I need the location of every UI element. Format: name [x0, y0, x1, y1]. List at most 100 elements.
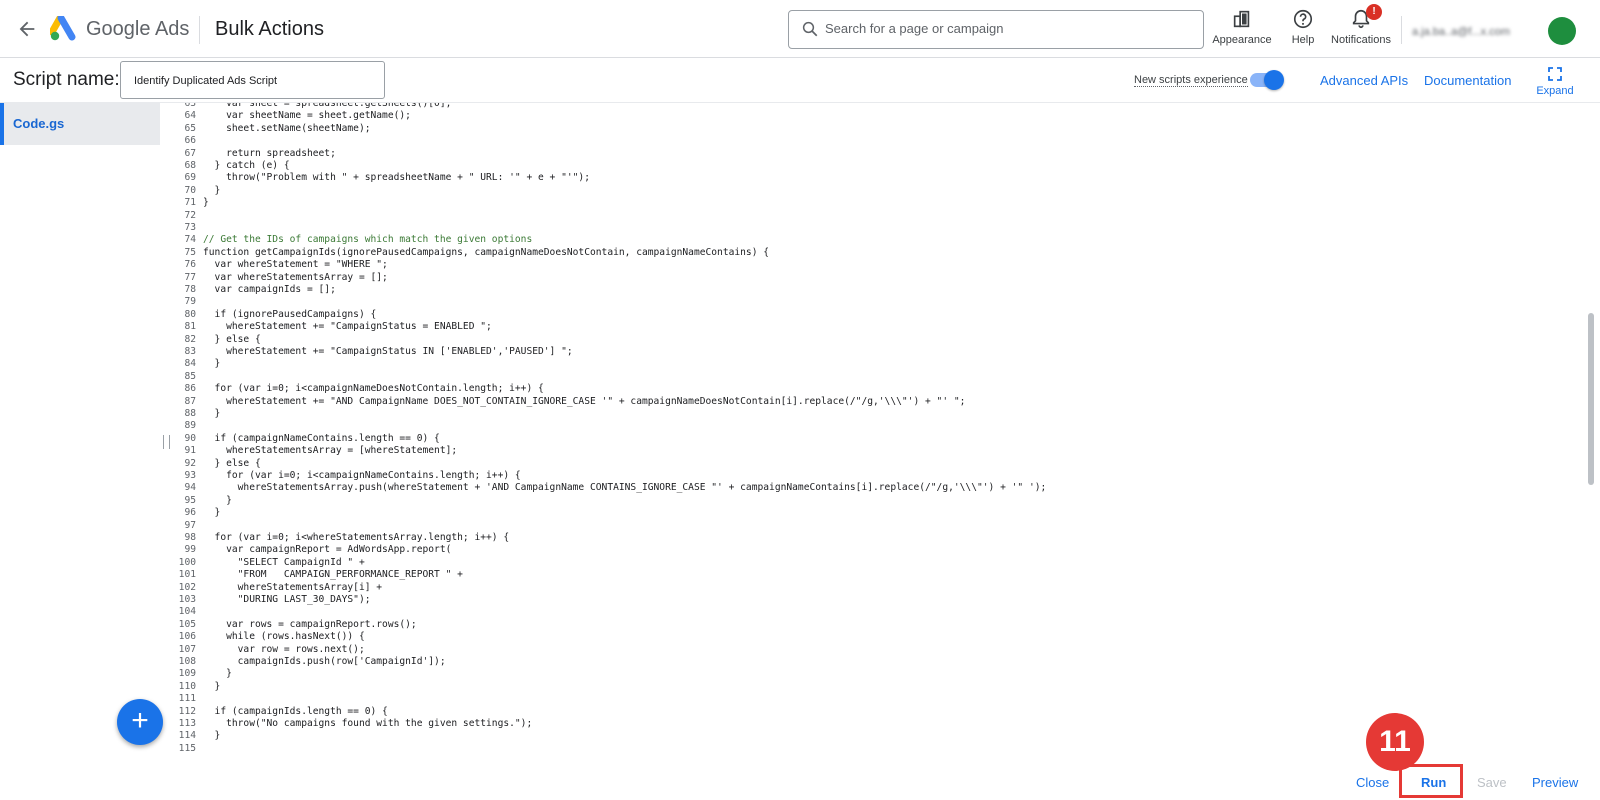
notifications-button[interactable]: ! Notifications	[1330, 4, 1392, 46]
code-line[interactable]: 108 campaignIds.push(row['CampaignId']);	[170, 656, 1585, 668]
code-line[interactable]: 104	[170, 606, 1585, 618]
code-line[interactable]: 90 if (campaignNameContains.length == 0)…	[170, 433, 1585, 445]
code-line[interactable]: 66	[170, 135, 1585, 147]
code-line[interactable]: 72	[170, 210, 1585, 222]
search-box[interactable]: Search for a page or campaign	[788, 10, 1204, 49]
brand-name[interactable]: Google Ads	[86, 18, 189, 41]
line-number: 74	[184, 234, 196, 246]
account-email[interactable]: a.ja.ba..a@f...x.com	[1412, 26, 1542, 38]
back-arrow-icon[interactable]	[16, 18, 38, 40]
code-line[interactable]: 70 }	[170, 185, 1585, 197]
line-number: 90	[184, 432, 196, 444]
code-line[interactable]: 84 }	[170, 358, 1585, 370]
panel-resize-handle[interactable]	[163, 435, 170, 449]
code-text: }	[203, 494, 232, 506]
code-line[interactable]: 76 var whereStatement = "WHERE ";	[170, 259, 1585, 271]
code-line[interactable]: 98 for (var i=0; i<whereStatementsArray.…	[170, 532, 1585, 544]
code-line[interactable]: 99 var campaignReport = AdWordsApp.repor…	[170, 544, 1585, 556]
code-text: for (var i=0; i<whereStatementsArray.len…	[203, 532, 510, 543]
code-text: for (var i=0; i<campaignNameDoesNotConta…	[203, 383, 544, 395]
code-line[interactable]: 106 while (rows.hasNext()) {	[170, 631, 1585, 643]
code-line[interactable]: 87 whereStatement += "AND CampaignName D…	[170, 396, 1585, 408]
code-line[interactable]: 92 } else {	[170, 458, 1585, 470]
preview-button[interactable]: Preview	[1532, 775, 1578, 790]
code-line[interactable]: 86 for (var i=0; i<campaignNameDoesNotCo…	[170, 383, 1585, 395]
code-line[interactable]: 64 var sheetName = sheet.getName();	[170, 110, 1585, 122]
code-line[interactable]: 78 var campaignIds = [];	[170, 284, 1585, 296]
code-line[interactable]: 74 // Get the IDs of campaigns which matc…	[170, 234, 1585, 246]
line-number: 103	[178, 594, 196, 605]
expand-button[interactable]: Expand	[1530, 67, 1580, 97]
line-number: 64	[184, 110, 196, 122]
code-line[interactable]: 109 }	[170, 668, 1585, 680]
code-line[interactable]: 102 whereStatementsArray[i] +	[170, 582, 1585, 594]
code-line[interactable]: 97	[170, 520, 1585, 532]
code-line[interactable]: 95 }	[170, 495, 1585, 507]
code-text: "FROM CAMPAIGN_PERFORMANCE_REPORT " +	[203, 569, 463, 581]
line-number: 70	[184, 184, 196, 196]
appearance-button[interactable]: Appearance	[1210, 8, 1274, 46]
code-line[interactable]: 75 function getCampaignIds(ignorePausedCa…	[170, 247, 1585, 259]
code-line[interactable]: 107 var row = rows.next();	[170, 644, 1585, 656]
code-editor[interactable]: 63 var sheet = spreadsheet.getSheets()[0…	[170, 103, 1585, 758]
code-line[interactable]: 110 }	[170, 681, 1585, 693]
help-button[interactable]: Help	[1288, 8, 1318, 46]
line-number: 102	[178, 581, 196, 593]
code-line[interactable]: 81 whereStatement += "CampaignStatus = E…	[170, 321, 1585, 333]
code-text: var rows = campaignReport.rows();	[203, 618, 417, 630]
code-text: sheet.setName(sheetName);	[203, 122, 371, 134]
code-text: } else {	[203, 333, 261, 345]
code-line[interactable]: 73	[170, 222, 1585, 234]
code-line[interactable]: 89	[170, 420, 1585, 432]
code-line[interactable]: 71}	[170, 197, 1585, 209]
code-text: throw("No campaigns found with the given…	[203, 718, 533, 729]
code-line[interactable]: 112 if (campaignIds.length == 0) {	[170, 706, 1585, 718]
new-scripts-experience-toggle[interactable]	[1250, 70, 1284, 90]
line-number: 73	[184, 222, 196, 233]
code-text: }	[203, 668, 232, 680]
code-line[interactable]: 68 } catch (e) {	[170, 160, 1585, 172]
run-button[interactable]: Run	[1421, 775, 1446, 790]
advanced-apis-link[interactable]: Advanced APIs	[1320, 73, 1408, 88]
code-line[interactable]: 80 if (ignorePausedCampaigns) {	[170, 309, 1585, 321]
line-number: 99	[184, 544, 196, 556]
code-line[interactable]: 100 "SELECT CampaignId " +	[170, 557, 1585, 569]
code-line[interactable]: 94 whereStatementsArray.push(whereStatem…	[170, 482, 1585, 494]
code-line[interactable]: 65 sheet.setName(sheetName);	[170, 123, 1585, 135]
code-line[interactable]: 105 var rows = campaignReport.rows();	[170, 619, 1585, 631]
documentation-link[interactable]: Documentation	[1424, 73, 1511, 88]
line-number: 83	[184, 346, 196, 357]
account-divider	[1401, 16, 1402, 44]
code-line[interactable]: 111	[170, 693, 1585, 705]
code-line[interactable]: 96 }	[170, 507, 1585, 519]
line-number: 98	[184, 532, 196, 543]
code-text: for (var i=0; i<campaignNameContains.len…	[203, 470, 521, 481]
code-line[interactable]: 91 whereStatementsArray = [whereStatemen…	[170, 445, 1585, 457]
code-line[interactable]: 79	[170, 296, 1585, 308]
add-file-button[interactable]: +	[117, 699, 163, 745]
close-button[interactable]: Close	[1356, 775, 1389, 790]
code-line[interactable]: 93 for (var i=0; i<campaignNameContains.…	[170, 470, 1585, 482]
script-name-input[interactable]: Identify Duplicated Ads Script	[120, 61, 385, 99]
editor-scrollbar[interactable]	[1588, 313, 1594, 485]
line-number: 100	[178, 556, 196, 568]
line-number: 105	[178, 618, 196, 630]
code-line[interactable]: 67 return spreadsheet;	[170, 148, 1585, 160]
line-number: 87	[184, 395, 196, 407]
code-line[interactable]: 63 var sheet = spreadsheet.getSheets()[0…	[170, 103, 1585, 110]
code-line[interactable]: 85	[170, 371, 1585, 383]
code-line[interactable]: 88 }	[170, 408, 1585, 420]
line-number: 65	[184, 122, 196, 134]
code-line[interactable]: 82 } else {	[170, 334, 1585, 346]
code-line[interactable]: 69 throw("Problem with " + spreadsheetNa…	[170, 172, 1585, 184]
code-line[interactable]: 83 whereStatement += "CampaignStatus IN …	[170, 346, 1585, 358]
code-text: campaignIds.push(row['CampaignId']);	[203, 656, 446, 667]
avatar[interactable]	[1548, 17, 1576, 45]
code-text: whereStatement += "CampaignStatus = ENAB…	[203, 321, 492, 333]
google-ads-logo-icon[interactable]	[48, 14, 78, 42]
file-tab-code-gs[interactable]: Code.gs	[0, 103, 160, 145]
code-line[interactable]: 103 "DURING LAST_30_DAYS");	[170, 594, 1585, 606]
code-line[interactable]: 101 "FROM CAMPAIGN_PERFORMANCE_REPORT " …	[170, 569, 1585, 581]
code-text: var whereStatement = "WHERE ";	[203, 259, 388, 271]
code-line[interactable]: 77 var whereStatementsArray = [];	[170, 272, 1585, 284]
